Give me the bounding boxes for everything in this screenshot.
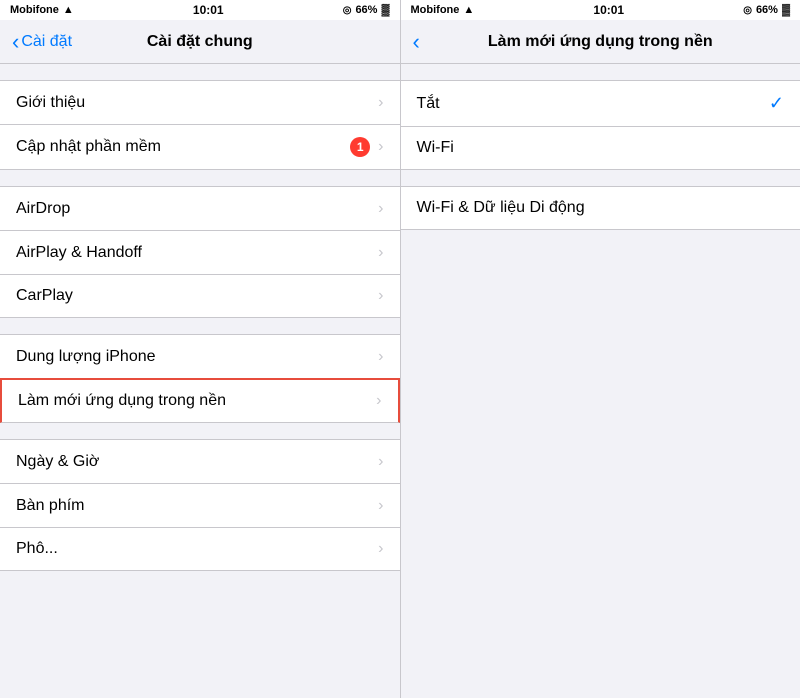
chevron-icon: › bbox=[378, 94, 383, 112]
left-settings-list: Giới thiệu › Cập nhật phần mềm 1 › AirDr… bbox=[0, 64, 400, 698]
cell-airdrop[interactable]: AirDrop › bbox=[0, 186, 400, 230]
right-wifi-icon: ▲ bbox=[463, 4, 474, 16]
left-status-bar: Mobifone ▲ 10:01 ◎ 66% ▓ bbox=[0, 0, 400, 20]
option-wifi[interactable]: Wi-Fi bbox=[401, 126, 800, 170]
chevron-icon-3: › bbox=[378, 200, 383, 218]
cell-pho-right: › bbox=[378, 540, 383, 558]
location-icon: ◎ bbox=[343, 5, 352, 16]
cell-airplay-right: › bbox=[378, 244, 383, 262]
battery-icon: ▓ bbox=[381, 4, 389, 16]
cell-lam-moi-right: › bbox=[376, 392, 381, 410]
left-status-left: Mobifone ▲ bbox=[10, 4, 74, 16]
chevron-icon-6: › bbox=[378, 348, 383, 366]
section-3: Dung lượng iPhone › Làm mới ứng dụng tro… bbox=[0, 334, 400, 423]
section-2: AirDrop › AirPlay & Handoff › CarPlay › bbox=[0, 186, 400, 318]
right-nav-title: Làm mới ứng dụng trong nền bbox=[488, 33, 713, 51]
cell-gioi-thieu-right: › bbox=[378, 94, 383, 112]
option-tat[interactable]: Tắt ✓ bbox=[401, 80, 800, 126]
chevron-icon-4: › bbox=[378, 244, 383, 262]
option-wifi-label: Wi-Fi bbox=[417, 139, 454, 157]
right-back-button[interactable]: ‹ bbox=[413, 29, 420, 55]
left-nav-title: Cài đặt chung bbox=[147, 33, 253, 51]
cell-cap-nhat[interactable]: Cập nhật phần mềm 1 › bbox=[0, 124, 400, 170]
cell-ban-phim-label: Bàn phím bbox=[16, 497, 84, 515]
section-1: Giới thiệu › Cập nhật phần mềm 1 › bbox=[0, 80, 400, 170]
wifi-icon: ▲ bbox=[63, 4, 74, 16]
cell-dung-luong[interactable]: Dung lượng iPhone › bbox=[0, 334, 400, 378]
right-carrier-label: Mobifone bbox=[411, 4, 460, 16]
cell-ban-phim[interactable]: Bàn phím › bbox=[0, 483, 400, 527]
left-nav-bar: ‹ Cài đặt Cài đặt chung bbox=[0, 20, 400, 64]
cell-carplay[interactable]: CarPlay › bbox=[0, 274, 400, 318]
option-tat-label: Tắt bbox=[417, 95, 440, 113]
chevron-icon-7: › bbox=[376, 392, 381, 410]
cell-gioi-thieu[interactable]: Giới thiệu › bbox=[0, 80, 400, 124]
cell-pho[interactable]: Phô... › bbox=[0, 527, 400, 571]
cell-airplay-label: AirPlay & Handoff bbox=[16, 244, 142, 262]
right-nav-bar: ‹ Làm mới ứng dụng trong nền bbox=[401, 20, 800, 64]
right-location-icon: ◎ bbox=[743, 5, 752, 16]
left-time: 10:01 bbox=[193, 3, 224, 17]
cell-airdrop-right: › bbox=[378, 200, 383, 218]
selection-section: Tắt ✓ Wi-Fi bbox=[401, 80, 800, 170]
cell-cap-nhat-label: Cập nhật phần mềm bbox=[16, 138, 161, 156]
cell-gioi-thieu-label: Giới thiệu bbox=[16, 94, 85, 112]
cell-carplay-label: CarPlay bbox=[16, 287, 73, 305]
right-panel: Mobifone ▲ 10:01 ◎ 66% ▓ ‹ Làm mới ứng d… bbox=[401, 0, 800, 698]
option-wifi-data-label: Wi-Fi & Dữ liệu Di động bbox=[417, 199, 585, 217]
cell-pho-label: Phô... bbox=[16, 540, 58, 558]
cell-ngay-gio-right: › bbox=[378, 453, 383, 471]
update-badge: 1 bbox=[350, 137, 370, 157]
cell-ban-phim-right: › bbox=[378, 497, 383, 515]
left-status-right: ◎ 66% ▓ bbox=[343, 4, 390, 16]
right-status-right: ◎ 66% ▓ bbox=[743, 4, 790, 16]
right-battery-pct: 66% bbox=[756, 4, 778, 16]
right-settings-list: Tắt ✓ Wi-Fi Wi-Fi & Dữ liệu Di động bbox=[401, 64, 800, 698]
left-panel: Mobifone ▲ 10:01 ◎ 66% ▓ ‹ Cài đặt Cài đ… bbox=[0, 0, 400, 698]
section-4: Ngày & Giờ › Bàn phím › Phô... › bbox=[0, 439, 400, 571]
cell-airplay[interactable]: AirPlay & Handoff › bbox=[0, 230, 400, 274]
cell-dung-luong-label: Dung lượng iPhone bbox=[16, 348, 156, 366]
cell-airdrop-label: AirDrop bbox=[16, 200, 70, 218]
checkmark-icon: ✓ bbox=[769, 93, 784, 114]
cell-dung-luong-right: › bbox=[378, 348, 383, 366]
cell-cap-nhat-right: 1 › bbox=[350, 137, 383, 157]
cell-ngay-gio[interactable]: Ngày & Giờ › bbox=[0, 439, 400, 483]
carrier-label: Mobifone bbox=[10, 4, 59, 16]
chevron-icon-9: › bbox=[378, 497, 383, 515]
option-wifi-data[interactable]: Wi-Fi & Dữ liệu Di động bbox=[401, 186, 800, 230]
back-chevron-icon: ‹ bbox=[12, 29, 19, 55]
cell-ngay-gio-label: Ngày & Giờ bbox=[16, 453, 99, 471]
chevron-icon-10: › bbox=[378, 540, 383, 558]
right-status-bar: Mobifone ▲ 10:01 ◎ 66% ▓ bbox=[401, 0, 800, 20]
right-time: 10:01 bbox=[593, 3, 624, 17]
back-label: Cài đặt bbox=[21, 33, 72, 51]
chevron-icon-2: › bbox=[378, 138, 383, 156]
right-battery-icon: ▓ bbox=[782, 4, 790, 16]
right-status-left: Mobifone ▲ bbox=[411, 4, 475, 16]
cell-carplay-right: › bbox=[378, 287, 383, 305]
right-back-chevron-icon: ‹ bbox=[413, 29, 420, 55]
left-back-button[interactable]: ‹ Cài đặt bbox=[12, 29, 72, 55]
chevron-icon-5: › bbox=[378, 287, 383, 305]
battery-pct: 66% bbox=[355, 4, 377, 16]
chevron-icon-8: › bbox=[378, 453, 383, 471]
cell-lam-moi-label: Làm mới ứng dụng trong nền bbox=[18, 392, 226, 410]
cell-lam-moi[interactable]: Làm mới ứng dụng trong nền › bbox=[0, 378, 400, 423]
